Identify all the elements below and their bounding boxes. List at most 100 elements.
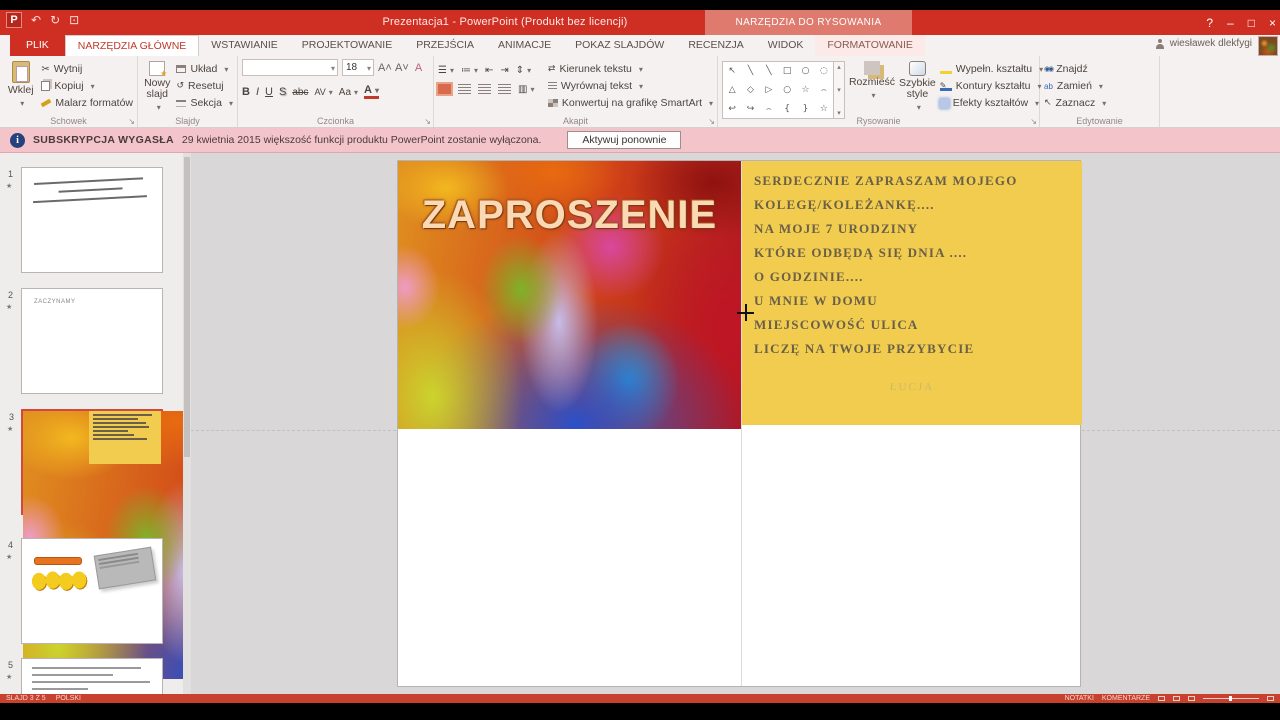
shapes-scroll-up-icon[interactable]: ▴ bbox=[837, 63, 841, 71]
drawing-dialog-launcher-icon[interactable]: ↘ bbox=[1030, 117, 1037, 126]
shape-arrow-icon[interactable]: ▷ bbox=[765, 85, 772, 95]
reset-button[interactable]: ↺ Resetuj bbox=[176, 79, 233, 93]
font-name-combobox[interactable] bbox=[242, 59, 338, 76]
scrollbar-thumb[interactable] bbox=[184, 157, 190, 457]
tab-recenzja[interactable]: RECENZJA bbox=[676, 35, 755, 56]
arrange-button[interactable]: Rozmieść bbox=[849, 59, 895, 113]
slide-canvas[interactable]: ZAPROSZENIE SERDECZNIE ZAPRASZAM MOJEGO … bbox=[397, 160, 1081, 687]
underline-button[interactable]: U bbox=[265, 86, 273, 98]
replace-button[interactable]: ab Zamień bbox=[1044, 79, 1106, 93]
shape-arc-icon[interactable]: ⌢ bbox=[821, 85, 827, 95]
columns-button[interactable]: ▥ bbox=[518, 84, 534, 95]
tab-projektowanie[interactable]: PROJEKTOWANIE bbox=[290, 35, 404, 56]
maximize-button[interactable]: □ bbox=[1248, 16, 1255, 30]
clipboard-dialog-launcher-icon[interactable]: ↘ bbox=[128, 117, 135, 126]
character-spacing-button[interactable]: AV bbox=[314, 87, 332, 97]
select-button[interactable]: ↖ Zaznacz bbox=[1044, 96, 1106, 110]
new-slide-button[interactable]: Nowy slajd bbox=[142, 59, 172, 113]
zoom-slider[interactable] bbox=[1203, 698, 1259, 699]
copy-button[interactable]: Kopiuj bbox=[41, 79, 133, 93]
comments-toggle[interactable]: KOMENTARZE bbox=[1102, 695, 1150, 702]
section-button[interactable]: Sekcja bbox=[176, 96, 233, 110]
shape-star2-icon[interactable]: ☆ bbox=[820, 104, 828, 114]
fit-slide-icon[interactable] bbox=[1267, 696, 1274, 701]
shrink-font-button[interactable]: A˅ bbox=[395, 62, 408, 74]
italic-button[interactable]: I bbox=[256, 86, 259, 98]
thumbnail-slide-2[interactable]: 2 ★ ZACZYNAMY bbox=[21, 288, 163, 394]
increase-indent-button[interactable]: ⇥ bbox=[500, 65, 508, 76]
help-button[interactable]: ? bbox=[1206, 16, 1213, 30]
change-case-button[interactable]: Aa bbox=[339, 87, 358, 98]
find-button[interactable]: ◉◉ Znajdź bbox=[1044, 62, 1106, 76]
shape-curve-left-icon[interactable]: ↩ bbox=[728, 104, 736, 114]
shape-brace-right-icon[interactable]: } bbox=[803, 104, 809, 114]
thumbnail-scrollbar[interactable] bbox=[183, 153, 191, 694]
quick-styles-button[interactable]: Szybkie style bbox=[899, 59, 936, 113]
shape-line-icon[interactable]: ╲ bbox=[748, 66, 753, 76]
align-left-button[interactable] bbox=[438, 84, 451, 94]
tab-wstawianie[interactable]: WSTAWIANIE bbox=[199, 35, 290, 56]
close-button[interactable]: × bbox=[1269, 16, 1276, 30]
invitation-image[interactable]: ZAPROSZENIE bbox=[398, 161, 741, 429]
reactivate-button[interactable]: Aktywuj ponownie bbox=[567, 131, 681, 149]
align-right-button[interactable] bbox=[478, 84, 491, 94]
tab-formatowanie[interactable]: FORMATOWANIE bbox=[815, 35, 925, 56]
shape-outline-button[interactable]: ✎ Kontury kształtu bbox=[940, 79, 1043, 93]
shape-arc2-icon[interactable]: ⌢ bbox=[766, 104, 772, 114]
font-color-button[interactable]: A bbox=[364, 85, 379, 99]
shape-triangle-icon[interactable]: △ bbox=[729, 85, 736, 95]
font-dialog-launcher-icon[interactable]: ↘ bbox=[424, 117, 431, 126]
language-indicator[interactable]: POLSKI bbox=[56, 695, 81, 702]
paragraph-dialog-launcher-icon[interactable]: ↘ bbox=[708, 117, 715, 126]
strikethrough-button[interactable]: abc bbox=[292, 87, 308, 98]
justify-button[interactable] bbox=[498, 84, 511, 94]
layout-button[interactable]: Układ bbox=[176, 62, 233, 76]
shape-star-icon[interactable]: ☆ bbox=[801, 85, 809, 95]
paste-button[interactable]: Wklej bbox=[4, 59, 37, 113]
reading-view-icon[interactable] bbox=[1188, 696, 1195, 701]
shape-rounded-rect-icon[interactable]: ◌ bbox=[820, 66, 828, 76]
tab-pokaz-slajdow[interactable]: POKAZ SLAJDÓW bbox=[563, 35, 676, 56]
bullets-button[interactable]: ☰ bbox=[438, 65, 454, 76]
tab-narzedzia-glowne[interactable]: NARZĘDZIA GŁÓWNE bbox=[65, 35, 200, 56]
shape-curve-right-icon[interactable]: ↪ bbox=[747, 104, 755, 114]
thumbnail-slide-1[interactable]: 1 ★ bbox=[21, 167, 163, 273]
align-text-button[interactable]: Wyrównaj tekst bbox=[548, 79, 713, 93]
align-center-button[interactable] bbox=[458, 84, 471, 94]
minimize-button[interactable]: – bbox=[1227, 16, 1234, 30]
shape-rect-icon[interactable]: □ bbox=[783, 66, 792, 76]
tab-widok[interactable]: WIDOK bbox=[756, 35, 816, 56]
account-menu[interactable]: wiesławek dlekfygi bbox=[1155, 38, 1252, 49]
zoom-slider-knob[interactable] bbox=[1229, 696, 1232, 701]
slide-sorter-view-icon[interactable] bbox=[1173, 696, 1180, 701]
shape-diamond-icon[interactable]: ◇ bbox=[747, 85, 754, 95]
shapes-scroll-down-icon[interactable]: ▾ bbox=[837, 86, 841, 94]
bold-button[interactable]: B bbox=[242, 86, 250, 98]
tab-plik[interactable]: PLIK bbox=[10, 35, 65, 56]
tab-animacje[interactable]: ANIMACJE bbox=[486, 35, 563, 56]
cut-button[interactable]: ✂ Wytnij bbox=[41, 62, 133, 76]
shape-fill-button[interactable]: Wypełn. kształtu bbox=[940, 62, 1043, 76]
shape-line2-icon[interactable]: ╲ bbox=[766, 66, 771, 76]
font-size-combobox[interactable]: 18 bbox=[342, 59, 374, 76]
shape-select-icon[interactable]: ↖ bbox=[728, 66, 736, 76]
line-spacing-button[interactable]: ⇕ bbox=[516, 65, 531, 76]
format-painter-button[interactable]: Malarz formatów bbox=[41, 96, 133, 110]
shape-oval-icon[interactable]: ○ bbox=[802, 66, 810, 76]
thumbnail-slide-5[interactable]: 5 ★ bbox=[21, 658, 163, 694]
avatar[interactable] bbox=[1258, 36, 1278, 56]
thumbnail-slide-3[interactable]: 3 ★ bbox=[21, 409, 163, 515]
text-shadow-button[interactable]: S bbox=[279, 86, 286, 98]
convert-to-smartart-button[interactable]: Konwertuj na grafikę SmartArt bbox=[548, 96, 713, 110]
tab-przejscia[interactable]: PRZEJŚCIA bbox=[404, 35, 486, 56]
clear-formatting-button[interactable]: A bbox=[412, 62, 425, 74]
text-direction-button[interactable]: ⇄ Kierunek tekstu bbox=[548, 62, 713, 76]
shape-circle-icon[interactable]: ○ bbox=[783, 85, 791, 95]
thumbnail-slide-4[interactable]: 4 ★ bbox=[21, 538, 163, 644]
shape-brace-left-icon[interactable]: { bbox=[784, 104, 790, 114]
shape-effects-button[interactable]: Efekty kształtów bbox=[940, 96, 1043, 110]
notes-toggle[interactable]: NOTATKI bbox=[1065, 695, 1094, 702]
decrease-indent-button[interactable]: ⇤ bbox=[485, 65, 493, 76]
grow-font-button[interactable]: A˄ bbox=[378, 62, 391, 74]
numbering-button[interactable]: ≔ bbox=[461, 65, 478, 76]
